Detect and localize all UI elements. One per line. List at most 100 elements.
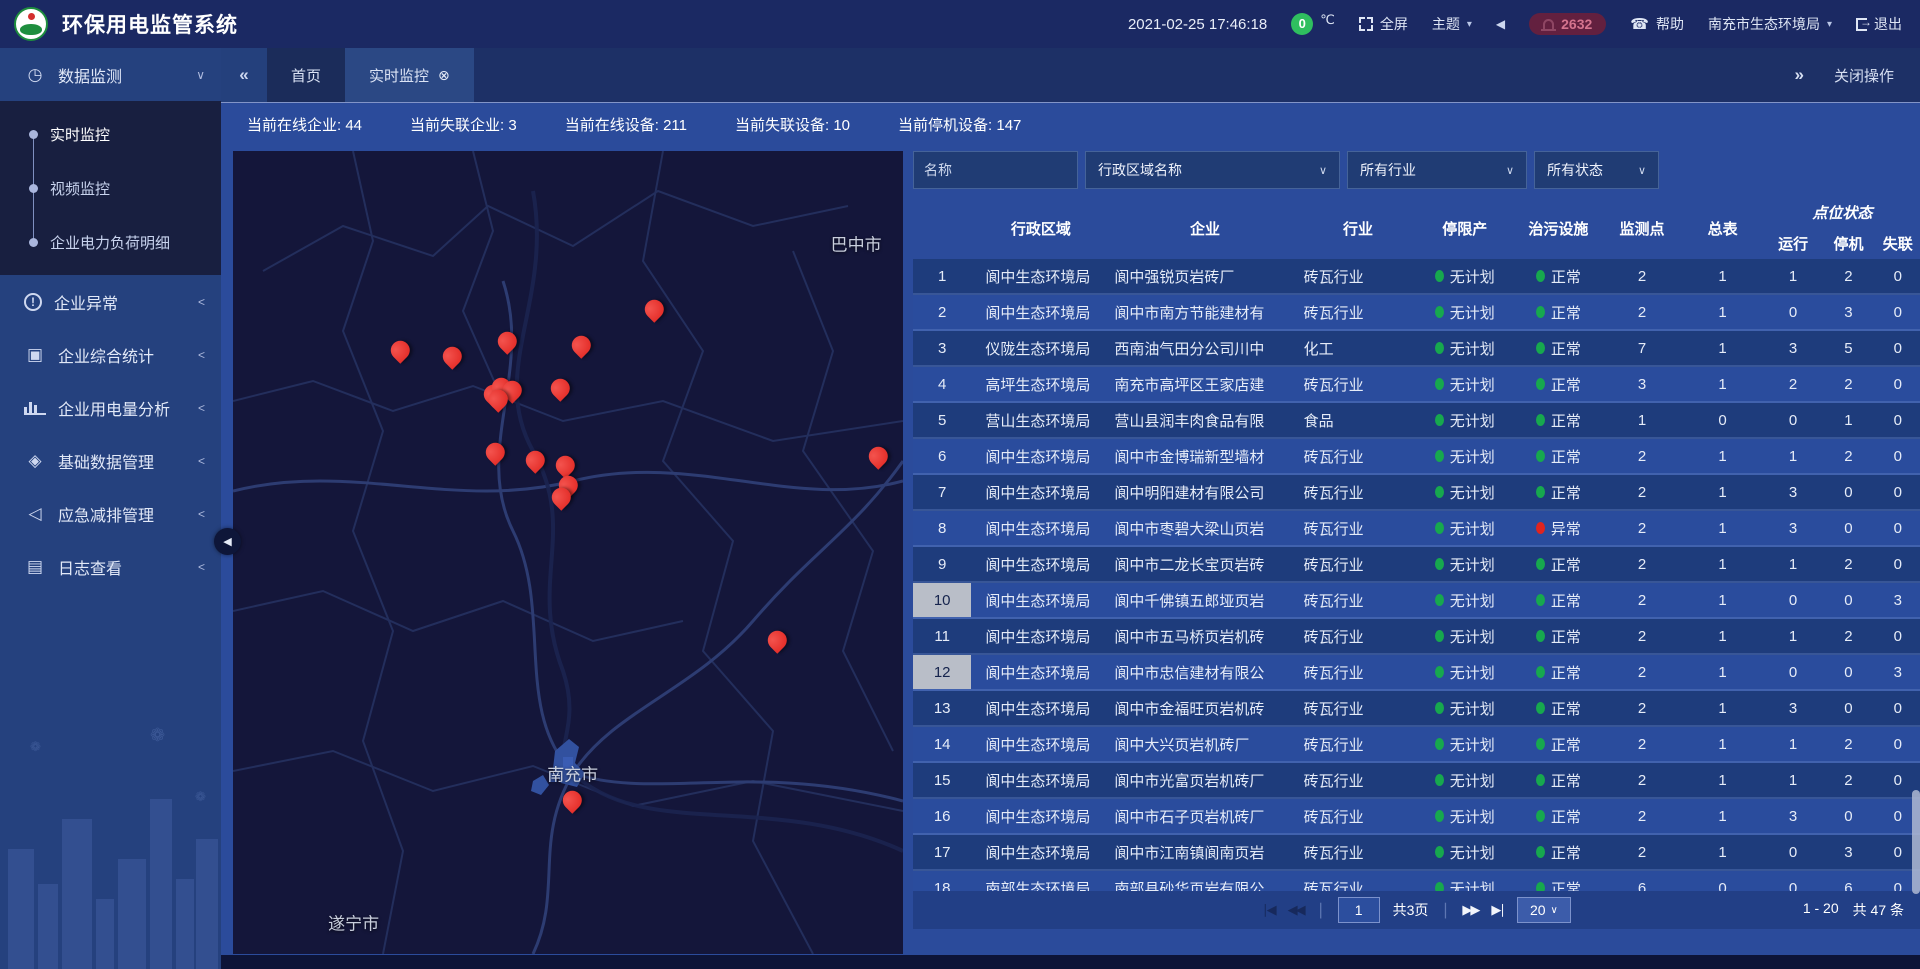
- table-row[interactable]: 3仪陇生态环境局西南油气田分公司川中化工无计划正常71350: [913, 331, 1920, 367]
- status-dot-green: [1435, 414, 1444, 426]
- tabs-scroll-right-button[interactable]: »: [1795, 65, 1804, 85]
- cell-facility: 正常: [1513, 763, 1604, 797]
- table-row[interactable]: 5营山生态环境局营山县润丰肉食品有限食品无计划正常10010: [913, 403, 1920, 439]
- cell-stop-plan: 无计划: [1416, 439, 1513, 473]
- cell-industry: 砖瓦行业: [1300, 763, 1417, 797]
- help-button[interactable]: ☎ 帮助: [1630, 14, 1684, 34]
- logout-button[interactable]: 退出: [1856, 14, 1902, 34]
- table-row[interactable]: 7阆中生态环境局阆中明阳建材有限公司砖瓦行业无计划正常21300: [913, 475, 1920, 511]
- sidebar-subitem-video-monitor[interactable]: 视频监控: [0, 161, 221, 215]
- cell-points: 2: [1604, 439, 1681, 473]
- next-page-button[interactable]: ▶▶: [1462, 902, 1478, 918]
- sidebar-item-company-abnormal[interactable]: !企业异常<: [0, 275, 221, 328]
- cell-region: 阆中生态环境局: [971, 259, 1110, 293]
- sidebar-item-label: 数据监测: [58, 63, 196, 87]
- cell-facility-label: 正常: [1551, 626, 1581, 647]
- table-row[interactable]: 11阆中生态环境局阆中市五马桥页岩机砖砖瓦行业无计划正常21120: [913, 619, 1920, 655]
- table-row[interactable]: 8阆中生态环境局阆中市枣碧大梁山页岩砖瓦行业无计划异常21300: [913, 511, 1920, 547]
- table-row[interactable]: 13阆中生态环境局阆中市金福旺页岩机砖砖瓦行业无计划正常21300: [913, 691, 1920, 727]
- first-page-button[interactable]: ∣◀: [1262, 902, 1275, 918]
- cell-stop-plan: 无计划: [1416, 655, 1513, 689]
- range-label: 1 - 20: [1803, 900, 1839, 920]
- page-size-select[interactable]: 20 ∨: [1517, 897, 1571, 923]
- close-operations-button[interactable]: 关闭操作: [1834, 65, 1894, 86]
- sidebar-item-power-usage-analysis[interactable]: 企业用电量分析<: [0, 381, 221, 434]
- sidebar-subitem-realtime-monitor[interactable]: 实时监控: [0, 107, 221, 161]
- tab-close-icon[interactable]: ⊗: [438, 67, 450, 84]
- stat-offline-devices: 当前失联设备: 10: [735, 114, 850, 135]
- cell-region: 阆中生态环境局: [971, 439, 1110, 473]
- table-row[interactable]: 17阆中生态环境局阆中市江南镇阆南页岩砖瓦行业无计划正常21030: [913, 835, 1920, 871]
- cell-lost: 0: [1876, 727, 1920, 761]
- notification-badge[interactable]: 2632: [1529, 13, 1606, 35]
- table-row[interactable]: 1阆中生态环境局阆中强锐页岩砖厂砖瓦行业无计划正常21120: [913, 259, 1920, 295]
- table-row[interactable]: 14阆中生态环境局阆中大兴页岩机砖厂砖瓦行业无计划正常21120: [913, 727, 1920, 763]
- status-dot-green: [1435, 594, 1444, 606]
- sidebar-item-emergency-reduction[interactable]: ◁应急减排管理<: [0, 487, 221, 540]
- status-dot-green: [1536, 882, 1545, 891]
- cell-run: 1: [1765, 547, 1821, 581]
- cell-run: 1: [1765, 619, 1821, 653]
- cell-region: 高坪生态环境局: [971, 367, 1110, 401]
- table-row[interactable]: 4高坪生态环境局南充市高坪区王家店建砖瓦行业无计划正常31220: [913, 367, 1920, 403]
- table-row[interactable]: 12阆中生态环境局阆中市忠信建材有限公砖瓦行业无计划正常21003: [913, 655, 1920, 691]
- sidebar-item-label: 应急减排管理: [58, 502, 198, 526]
- cell-region: 阆中生态环境局: [971, 475, 1110, 509]
- cell-stop-plan: 无计划: [1416, 259, 1513, 293]
- prev-page-button[interactable]: ◀◀: [1288, 902, 1304, 918]
- tabs-scroll-left-button[interactable]: «: [221, 48, 267, 102]
- fullscreen-label: 全屏: [1380, 14, 1408, 34]
- cell-stop-plan-label: 无计划: [1450, 842, 1495, 863]
- col-header-run: 运行: [1765, 227, 1821, 259]
- table-row[interactable]: 15阆中生态环境局阆中市光富页岩机砖厂砖瓦行业无计划正常21120: [913, 763, 1920, 799]
- region-filter-select[interactable]: 行政区域名称 ∨: [1085, 151, 1340, 189]
- scrollbar-thumb[interactable]: [1912, 790, 1920, 894]
- table-row[interactable]: 16阆中生态环境局阆中市石子页岩机砖厂砖瓦行业无计划正常21300: [913, 799, 1920, 835]
- cell-stop-plan: 无计划: [1416, 583, 1513, 617]
- current-page-box[interactable]: 1: [1338, 897, 1380, 923]
- fullscreen-button[interactable]: 全屏: [1359, 14, 1408, 34]
- status-dot-green: [1435, 450, 1444, 462]
- table-row[interactable]: 2阆中生态环境局阆中市南方节能建材有砖瓦行业无计划正常21030: [913, 295, 1920, 331]
- cell-industry: 砖瓦行业: [1300, 799, 1417, 833]
- cell-meters: 1: [1680, 439, 1765, 473]
- col-header-facility: 治污设施: [1513, 197, 1604, 259]
- row-number: 8: [913, 511, 971, 545]
- sidebar-item-company-statistics[interactable]: ▣企业综合统计<: [0, 328, 221, 381]
- cell-points: 2: [1604, 295, 1681, 329]
- tab-home[interactable]: 首页: [267, 48, 345, 102]
- cell-points: 2: [1604, 547, 1681, 581]
- cell-facility-label: 正常: [1551, 266, 1581, 287]
- table-row[interactable]: 6阆中生态环境局阆中市金博瑞新型墙材砖瓦行业无计划正常21120: [913, 439, 1920, 475]
- last-page-button[interactable]: ▶∣: [1491, 902, 1504, 918]
- name-filter-input[interactable]: [913, 151, 1078, 189]
- org-dropdown[interactable]: 南充市生态环境局 ▾: [1708, 14, 1832, 34]
- speaker-icon[interactable]: ◀: [1496, 17, 1505, 31]
- stats-monitor-icon: ▣: [24, 345, 46, 365]
- col-group-point-status: 点位状态 运行 停机 失联: [1765, 197, 1920, 259]
- row-number: 16: [913, 799, 971, 833]
- status-filter-select[interactable]: 所有状态 ∨: [1534, 151, 1659, 189]
- sidebar-item-data-monitoring[interactable]: ◷数据监测∨: [0, 48, 221, 101]
- table-row[interactable]: 18南部生态环境局南部县砂华页岩有限公砖瓦行业无计划正常60060: [913, 871, 1920, 891]
- sidebar-subitem-power-load-detail[interactable]: 企业电力负荷明细: [0, 215, 221, 269]
- table-row[interactable]: 10阆中生态环境局阆中千佛镇五郎垭页岩砖瓦行业无计划正常21003: [913, 583, 1920, 619]
- sidebar-item-log-view[interactable]: ▤日志查看<: [0, 540, 221, 593]
- cell-stopped: 2: [1821, 439, 1875, 473]
- cell-stopped: 2: [1821, 727, 1875, 761]
- tab-realtime-monitor[interactable]: 实时监控 ⊗: [345, 48, 474, 102]
- theme-dropdown[interactable]: 主题 ▾: [1432, 14, 1472, 34]
- industry-filter-select[interactable]: 所有行业 ∨: [1347, 151, 1527, 189]
- sidebar-collapse-handle[interactable]: ◀: [214, 528, 241, 555]
- chevron-left-icon: <: [198, 401, 205, 415]
- cell-stop-plan: 无计划: [1416, 403, 1513, 437]
- temperature-badge: 0: [1291, 13, 1313, 35]
- map-city-label: 巴中市: [831, 231, 882, 256]
- cell-meters: 1: [1680, 583, 1765, 617]
- table-row[interactable]: 9阆中生态环境局阆中市二龙长宝页岩砖砖瓦行业无计划正常21120: [913, 547, 1920, 583]
- cell-points: 2: [1604, 835, 1681, 869]
- fullscreen-icon: [1359, 17, 1373, 31]
- sidebar-item-basic-data-management[interactable]: ◈基础数据管理<: [0, 434, 221, 487]
- cell-run: 3: [1765, 799, 1821, 833]
- cell-lost: 0: [1876, 439, 1920, 473]
